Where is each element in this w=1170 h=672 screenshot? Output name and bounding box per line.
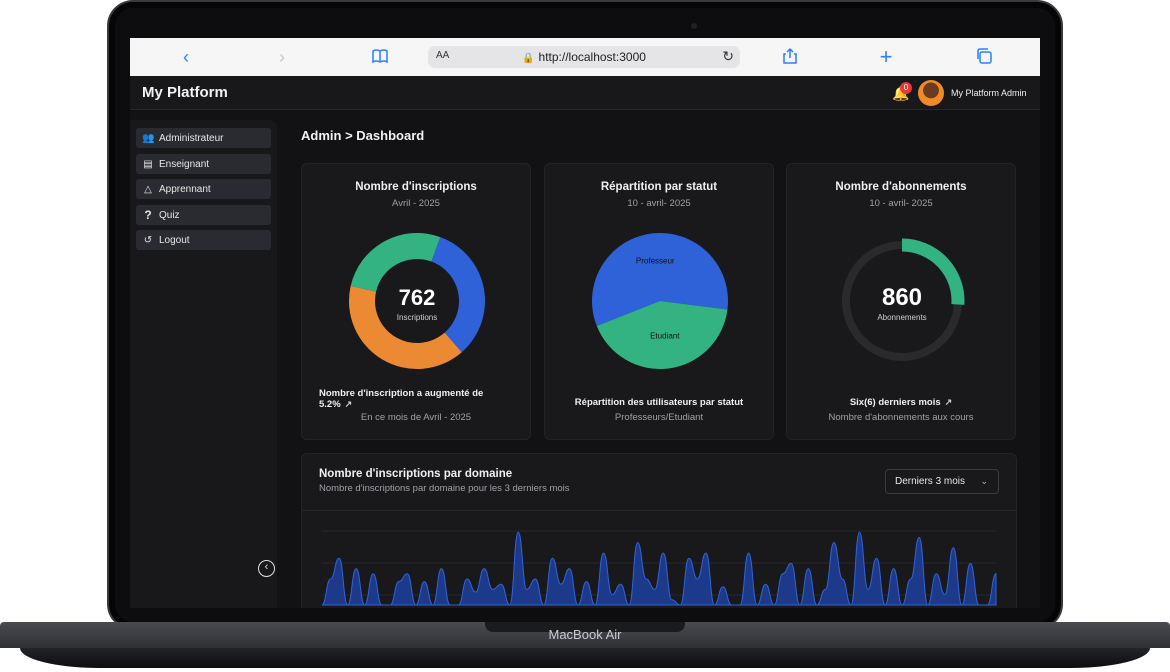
card-foot-title: Nombre d'inscription a augmenté de 5.2% — [319, 388, 484, 410]
card-foot-title: Six(6) derniers mois — [849, 397, 941, 408]
area-series — [321, 531, 997, 606]
card-title: Répartition par statut — [600, 181, 718, 193]
inscriptions-card: Nombre d'inscriptions Avril - 2025 762 I… — [301, 163, 531, 440]
ring-center-value: 860 — [882, 284, 922, 311]
status-pie-chart: Professeur Etudiant — [592, 233, 728, 370]
inscriptions-donut-chart: 762 Inscriptions — [349, 233, 485, 369]
sidebar-item-label: Enseignant — [159, 158, 210, 170]
donut-center-label: Inscriptions — [397, 313, 437, 322]
range-select-value: Derniers 3 mois — [895, 476, 966, 487]
sidebar: 👥 Administrateur ▤ Enseignant △ Apprenna… — [130, 120, 277, 608]
learner-icon: △ — [144, 183, 152, 195]
chevron-left-icon: ‹ — [264, 561, 269, 573]
lock-icon: 🔒 — [522, 53, 535, 64]
forward-icon[interactable]: › — [272, 47, 292, 67]
sidebar-item-quiz[interactable]: ? Quiz — [136, 205, 271, 225]
range-select[interactable]: Derniers 3 mois ⌄ — [885, 469, 999, 494]
card-foot-subtitle: Professeurs/Etudiant — [614, 412, 704, 423]
laptop-base: MacBook Air — [0, 622, 1170, 672]
new-tab-icon[interactable]: + — [876, 46, 896, 68]
address-bar[interactable]: AA 🔒 http://localhost:3000 ↻ — [428, 46, 740, 68]
subscriptions-card: Nombre d'abonnements 10 - avril- 2025 86… — [786, 163, 1016, 440]
macbook-frame: ‹ › AA 🔒 http://localhost:3000 ↻ + My Pla… — [0, 0, 1170, 672]
domain-inscriptions-card: Nombre d'inscriptions par domaine Nombre… — [301, 453, 1017, 608]
user-name[interactable]: My Platform Admin — [951, 88, 1027, 98]
reload-icon[interactable]: ↻ — [722, 48, 734, 65]
card-foot-subtitle: En ce mois de Avril - 2025 — [360, 412, 472, 423]
section-subtitle: Nombre d'inscriptions par domaine pour l… — [319, 483, 570, 494]
back-icon[interactable]: ‹ — [176, 47, 196, 67]
breadcrumb: Admin > Dashboard — [301, 128, 424, 143]
sidebar-item-label: Quiz — [159, 209, 180, 221]
donut-slice[interactable] — [350, 233, 441, 292]
sidebar-item-label: Administrateur — [159, 132, 224, 144]
logout-icon: ↺ — [143, 234, 153, 246]
brand-title[interactable]: My Platform — [142, 84, 228, 101]
url-text: http://localhost:3000 — [538, 50, 646, 64]
card-subtitle: Avril - 2025 — [392, 198, 440, 209]
pie-label: Etudiant — [650, 332, 680, 341]
teacher-icon: ▤ — [143, 158, 153, 170]
notification-badge: 0 — [900, 82, 912, 94]
tabs-icon[interactable] — [974, 47, 994, 67]
sidebar-item-logout[interactable]: ↺ Logout — [136, 230, 271, 250]
sidebar-item-label: Logout — [159, 234, 190, 246]
bookmarks-icon[interactable] — [370, 47, 390, 67]
sidebar-item-apprennant[interactable]: △ Apprennant — [136, 179, 271, 199]
trending-up-icon: ↗ — [344, 399, 353, 409]
sidebar-item-label: Apprennant — [159, 183, 211, 195]
domain-area-chart — [321, 530, 997, 606]
chevron-down-icon: ⌄ — [980, 476, 988, 486]
trending-up-icon: ↗ — [944, 397, 953, 407]
main-content: Admin > Dashboard Nombre d'inscriptions … — [288, 120, 1040, 608]
breadcrumb-current: Dashboard — [356, 128, 425, 143]
card-subtitle: 10 - avril- 2025 — [627, 198, 691, 209]
admin-icon: 👥 — [142, 132, 155, 144]
pie-label: Professeur — [636, 256, 675, 265]
donut-slice[interactable] — [431, 237, 485, 353]
sidebar-item-enseignant[interactable]: ▤ Enseignant — [136, 154, 271, 174]
app-header: My Platform 🔔 0 My Platform Admin — [130, 76, 1040, 110]
question-icon: ? — [144, 208, 152, 222]
sidebar-item-administrateur[interactable]: 👥 Administrateur — [136, 128, 271, 148]
card-title: Nombre d'abonnements — [835, 181, 967, 193]
collapse-sidebar-button[interactable]: ‹ — [258, 560, 275, 577]
breadcrumb-separator: > — [345, 128, 353, 143]
section-title: Nombre d'inscriptions par domaine — [319, 468, 513, 480]
device-label: MacBook Air — [548, 627, 622, 642]
card-subtitle: 10 - avril- 2025 — [869, 198, 933, 209]
avatar[interactable] — [918, 80, 944, 106]
browser-toolbar: ‹ › AA 🔒 http://localhost:3000 ↻ + — [130, 38, 1040, 76]
card-foot-subtitle: Nombre d'abonnements aux cours — [828, 412, 974, 423]
card-title: Nombre d'inscriptions — [355, 181, 477, 193]
subscriptions-ring-chart: 860 Abonnements — [842, 238, 965, 361]
donut-center-value: 762 — [399, 285, 436, 310]
camera-dot — [691, 23, 697, 29]
ring-center-label: Abonnements — [877, 313, 926, 322]
screen: ‹ › AA 🔒 http://localhost:3000 ↻ + My Pla… — [130, 38, 1040, 608]
breadcrumb-root[interactable]: Admin — [301, 128, 341, 143]
card-foot-title: Répartition des utilisateurs par statut — [574, 397, 744, 408]
share-icon[interactable] — [780, 47, 800, 67]
status-card: Répartition par statut 10 - avril- 2025 … — [544, 163, 774, 440]
